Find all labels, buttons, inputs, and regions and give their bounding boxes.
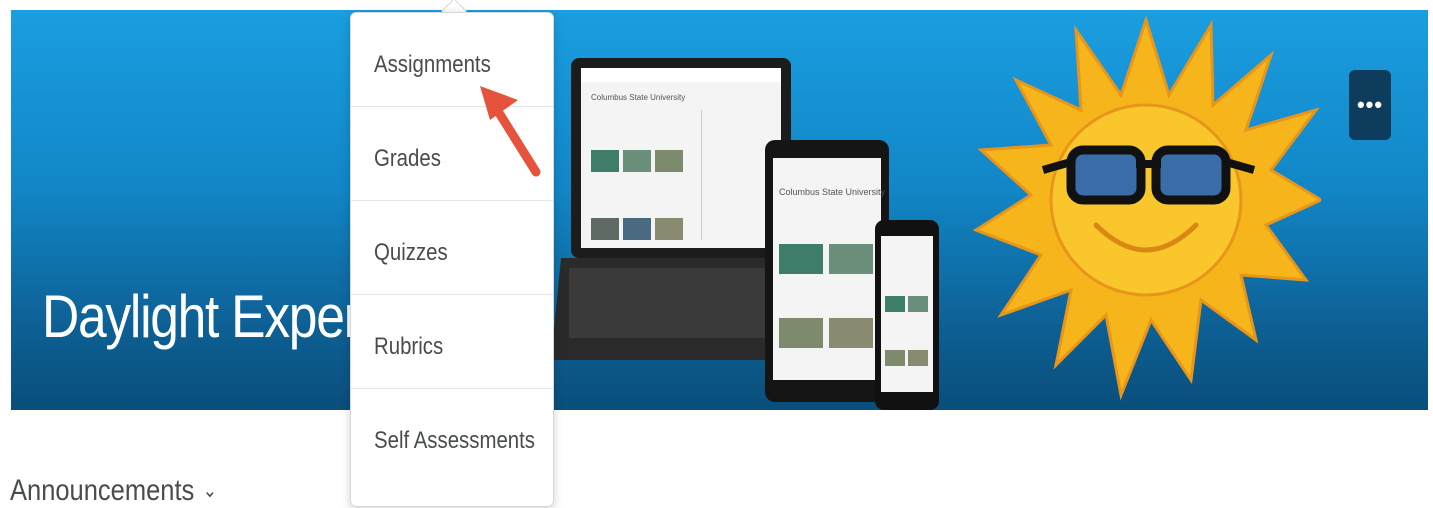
menu-item-label: Self Assessments bbox=[374, 427, 536, 454]
menu-item-rubrics[interactable]: Rubrics bbox=[351, 295, 553, 389]
announcements-title: Announcements bbox=[10, 474, 195, 507]
announcements-widget-header[interactable]: Announcements ⌄ bbox=[10, 474, 217, 508]
course-banner: Columbus State University Columbus State… bbox=[11, 10, 1428, 410]
page: Columbus State University Columbus State… bbox=[0, 0, 1433, 508]
menu-item-label: Assignments bbox=[374, 51, 491, 78]
menu-item-label: Quizzes bbox=[374, 239, 448, 266]
devices-illustration: Columbus State University Columbus State… bbox=[551, 58, 939, 410]
sun-illustration bbox=[972, 15, 1321, 401]
annotation-arrow-icon bbox=[480, 86, 541, 177]
menu-item-quizzes[interactable]: Quizzes bbox=[351, 201, 553, 295]
tablet-screen-title: Columbus State University bbox=[779, 187, 886, 197]
laptop-screen-title: Columbus State University bbox=[591, 93, 685, 102]
menu-item-self-assessments[interactable]: Self Assessments bbox=[351, 389, 553, 483]
more-horizontal-icon: ••• bbox=[1356, 92, 1384, 117]
menu-item-label: Rubrics bbox=[374, 333, 444, 360]
chevron-down-icon[interactable]: ⌄ bbox=[203, 480, 217, 502]
menu-item-label: Grades bbox=[374, 145, 441, 172]
course-options-button[interactable]: ••• bbox=[1349, 70, 1391, 140]
